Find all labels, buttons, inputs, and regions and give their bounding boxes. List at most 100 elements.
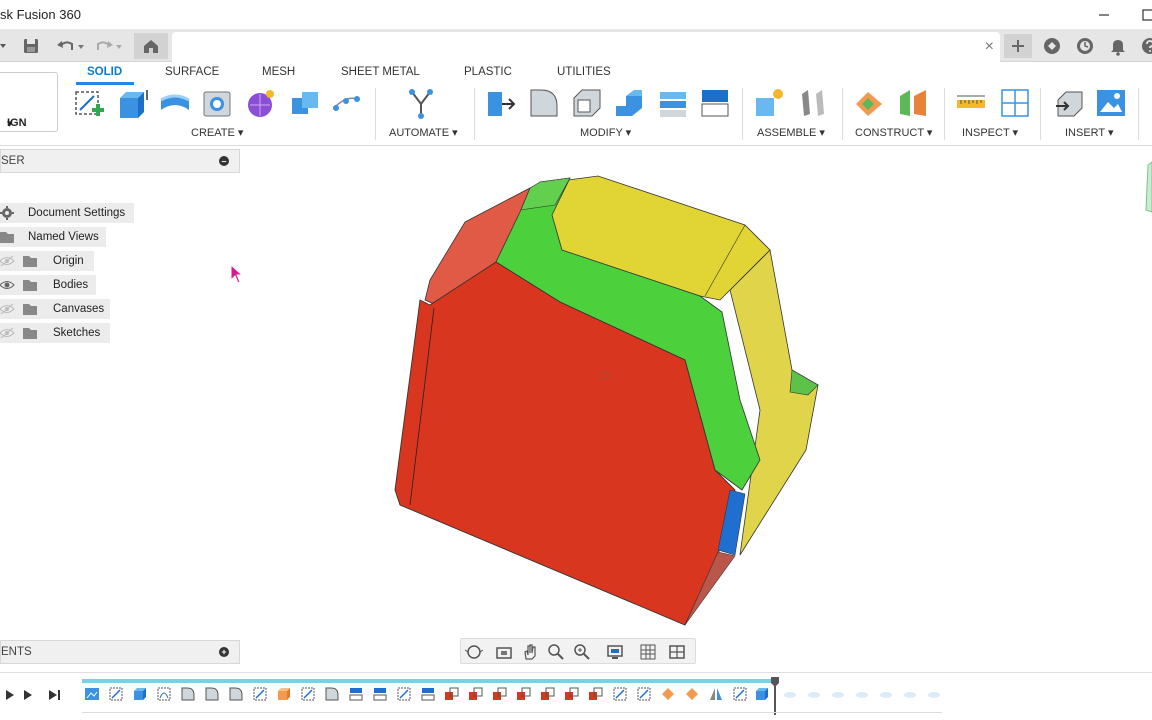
comments-panel-header[interactable]: ENTS + — [0, 640, 240, 664]
plane-feature-icon[interactable] — [348, 686, 364, 702]
assemble-menu[interactable]: ASSEMBLE ▾ — [757, 126, 825, 139]
sketch-feature-icon[interactable] — [612, 686, 628, 702]
tab-utilities[interactable]: UTILITIES — [557, 66, 611, 78]
viewports-icon[interactable] — [669, 643, 687, 661]
physical-material-icon[interactable] — [698, 86, 732, 120]
split-body-icon[interactable] — [612, 86, 646, 120]
expand-icon[interactable]: + — [219, 647, 229, 657]
undo-icon[interactable] — [54, 36, 86, 56]
create-menu[interactable]: CREATE ▾ — [191, 126, 243, 139]
display-settings-icon[interactable] — [607, 643, 625, 661]
close-tab-icon[interactable]: × — [985, 38, 994, 56]
tab-plastic[interactable]: PLASTIC — [464, 66, 512, 78]
eye-icon[interactable] — [0, 278, 16, 292]
sketch-feature-icon[interactable] — [252, 686, 268, 702]
construct-menu[interactable]: CONSTRUCT ▾ — [855, 126, 932, 139]
fillet-feature-icon[interactable] — [324, 686, 340, 702]
mirror-feature-icon[interactable] — [708, 686, 724, 702]
solid-body-model[interactable] — [0, 146, 1152, 670]
extrude-feature-icon[interactable] — [754, 686, 770, 702]
fillet-feature-icon[interactable] — [204, 686, 220, 702]
suppressed-feature-icon[interactable] — [926, 686, 942, 702]
sketch-feature-icon[interactable] — [732, 686, 748, 702]
step-back-icon[interactable] — [0, 686, 18, 704]
help-icon[interactable] — [1136, 34, 1152, 58]
combine-feature-icon[interactable] — [492, 686, 508, 702]
suppressed-feature-icon[interactable] — [902, 686, 918, 702]
suppressed-feature-icon[interactable] — [830, 686, 846, 702]
automate-menu[interactable]: AUTOMATE ▾ — [389, 126, 458, 139]
insert-canvas-icon[interactable] — [1094, 86, 1128, 120]
tab-mesh[interactable]: MESH — [262, 66, 295, 78]
notifications-icon[interactable] — [1104, 34, 1132, 58]
extrude-icon[interactable] — [116, 86, 150, 120]
combine-feature-icon[interactable] — [564, 686, 580, 702]
align-icon[interactable] — [656, 86, 690, 120]
browser-item-canvases[interactable]: Canvases — [0, 299, 110, 319]
new-component-icon[interactable] — [752, 86, 786, 120]
insert-derive-icon[interactable] — [1052, 86, 1086, 120]
browser-item-origin[interactable]: Origin — [0, 251, 94, 271]
eye-hidden-icon[interactable] — [0, 254, 16, 268]
combine-feature-icon[interactable] — [516, 686, 532, 702]
zoom-window-icon[interactable] — [547, 643, 565, 661]
browser-item-named-views[interactable]: Named Views — [0, 227, 106, 247]
plane-at-angle-icon[interactable] — [896, 86, 930, 120]
shell-icon[interactable] — [570, 86, 604, 120]
document-tab[interactable]: × — [172, 32, 1000, 62]
3d-viewport[interactable] — [0, 146, 1152, 670]
create-sketch-icon[interactable] — [72, 86, 106, 120]
play-icon[interactable] — [20, 686, 38, 704]
automate-icon[interactable] — [404, 86, 438, 120]
home-icon[interactable] — [134, 33, 168, 59]
minimize-icon[interactable] — [1094, 5, 1114, 25]
pan-icon[interactable] — [521, 643, 539, 661]
tab-solid[interactable]: SOLID — [87, 66, 122, 78]
eye-hidden-icon[interactable] — [0, 302, 16, 316]
pattern-icon[interactable] — [330, 86, 364, 120]
grid-settings-icon[interactable] — [639, 643, 657, 661]
modify-menu[interactable]: MODIFY ▾ — [580, 126, 631, 139]
collapse-icon[interactable]: – — [219, 156, 229, 166]
section-analysis-icon[interactable] — [998, 86, 1032, 120]
joint-icon[interactable] — [796, 86, 830, 120]
extrude-feature-icon[interactable] — [132, 686, 148, 702]
save-icon[interactable] — [22, 36, 40, 56]
canvas-feature-icon[interactable] — [84, 686, 100, 702]
combine-feature-icon[interactable] — [540, 686, 556, 702]
extrude-feature-icon[interactable] — [276, 686, 292, 702]
measure-icon[interactable] — [954, 86, 988, 120]
combine-feature-icon[interactable] — [444, 686, 460, 702]
offset-plane-feature-icon[interactable] — [660, 686, 676, 702]
offset-plane-icon[interactable] — [852, 86, 886, 120]
new-tab-icon[interactable] — [1004, 34, 1032, 58]
browser-item-bodies[interactable]: Bodies — [0, 275, 96, 295]
fillet-feature-icon[interactable] — [228, 686, 244, 702]
inspect-menu[interactable]: INSPECT ▾ — [962, 126, 1018, 139]
look-at-icon[interactable] — [495, 643, 513, 661]
press-pull-icon[interactable] — [484, 86, 518, 120]
sketch-feature-icon[interactable] — [300, 686, 316, 702]
suppressed-feature-icon[interactable] — [806, 686, 822, 702]
timeline-progress[interactable] — [82, 679, 776, 683]
suppressed-feature-icon[interactable] — [878, 686, 894, 702]
sketch-feature-icon[interactable] — [156, 686, 172, 702]
workspace-selector[interactable]: IGN ▾ — [0, 72, 58, 132]
zoom-icon[interactable] — [573, 643, 591, 661]
tab-surface[interactable]: SURFACE — [165, 66, 219, 78]
redo-icon[interactable] — [92, 36, 124, 56]
job-status-icon[interactable] — [1071, 34, 1099, 58]
maximize-icon[interactable] — [1138, 5, 1152, 25]
offset-plane-feature-icon[interactable] — [684, 686, 700, 702]
sketch-feature-icon[interactable] — [108, 686, 124, 702]
suppressed-feature-icon[interactable] — [854, 686, 870, 702]
file-menu-icon[interactable] — [0, 36, 10, 56]
extensions-icon[interactable] — [1038, 34, 1066, 58]
plane-feature-icon[interactable] — [420, 686, 436, 702]
sketch-feature-icon[interactable] — [636, 686, 652, 702]
fillet-feature-icon[interactable] — [180, 686, 196, 702]
tab-sheet-metal[interactable]: SHEET METAL — [341, 66, 420, 78]
combine-feature-icon[interactable] — [468, 686, 484, 702]
revolve-icon[interactable] — [158, 86, 192, 120]
hole-icon[interactable] — [200, 86, 234, 120]
